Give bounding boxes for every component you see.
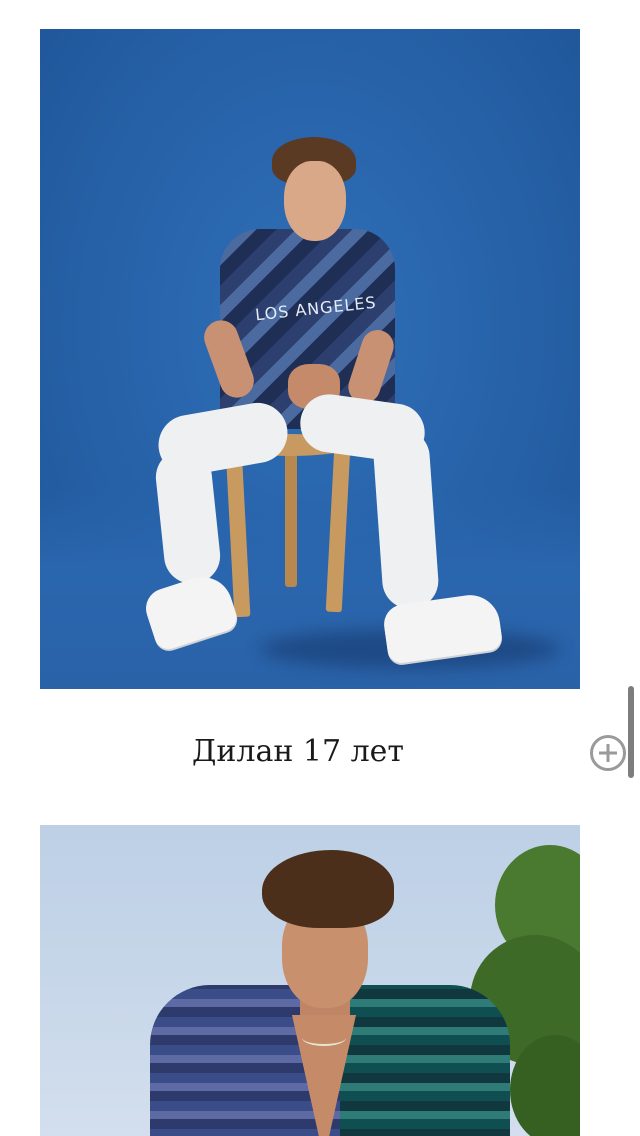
plus-circle-icon[interactable]: [590, 735, 626, 771]
scrollbar[interactable]: [628, 686, 634, 778]
page: LOS ANGELES Дилан 17 лет: [0, 0, 640, 1136]
gallery-photo-1[interactable]: LOS ANGELES: [40, 29, 580, 689]
necklace: [302, 1030, 346, 1046]
face: [284, 161, 346, 241]
white-jeans-right-lower: [371, 427, 441, 611]
plaid-shirt-right: [340, 985, 510, 1136]
stool-leg: [285, 447, 297, 587]
photo-caption: Дилан 17 лет: [192, 734, 404, 769]
hair: [262, 850, 394, 928]
gallery-photo-2[interactable]: [40, 825, 580, 1136]
